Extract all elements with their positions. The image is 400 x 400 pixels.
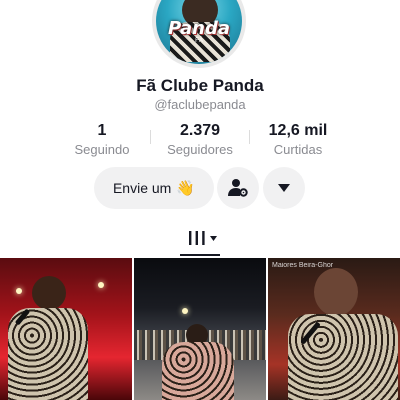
profile-name: Fã Clube Panda [136, 76, 264, 95]
follow-settings-button[interactable] [217, 167, 259, 209]
person-head [314, 268, 358, 316]
stat-following-label: Seguindo [74, 142, 130, 157]
stat-divider [249, 130, 250, 144]
profile-avatar[interactable]: Panda FÃ [152, 0, 246, 68]
stat-following[interactable]: 1 Seguindo [62, 122, 142, 157]
stat-divider [150, 130, 151, 144]
video-grid: Maiores Beira-Ghor [0, 258, 400, 400]
stat-followers-value: 2.379 [179, 122, 221, 139]
avatar-image: Panda FÃ [156, 0, 242, 64]
profile-handle: @faclubepanda [154, 97, 246, 112]
stat-likes-label: Curtidas [273, 142, 323, 157]
stat-following-value: 1 [97, 122, 107, 139]
tab-caret-down-icon [210, 236, 217, 241]
user-settings-icon [228, 179, 248, 197]
avatar-logo-subtext: FÃ [195, 38, 203, 44]
video-thumbnail[interactable] [134, 258, 266, 400]
video-overlay-text: Maiores Beira-Ghor [272, 262, 334, 269]
avatar-logo-text: Panda [167, 18, 231, 39]
grid-icon [189, 231, 205, 245]
stage-light [98, 282, 104, 288]
video-thumbnail[interactable]: Maiores Beira-Ghor [268, 258, 400, 400]
person-head [32, 276, 66, 310]
stage-light [182, 308, 188, 314]
person-body [162, 342, 234, 400]
stage-light [16, 288, 22, 294]
stat-followers-label: Seguidores [167, 142, 233, 157]
message-button[interactable]: Envie um 👋 [94, 167, 214, 209]
stat-likes-value: 12,6 mil [268, 122, 328, 139]
stat-followers[interactable]: 2.379 Seguidores [160, 122, 240, 157]
tab-videos[interactable] [180, 228, 220, 256]
video-thumbnail[interactable] [0, 258, 132, 400]
tab-underline [180, 254, 220, 256]
person-body [288, 314, 398, 400]
stat-likes[interactable]: 12,6 mil Curtidas [258, 122, 338, 157]
wave-icon: 👋 [176, 180, 196, 197]
caret-down-icon [278, 184, 290, 192]
message-button-label: Envie um [112, 180, 172, 196]
more-options-button[interactable] [263, 167, 305, 209]
